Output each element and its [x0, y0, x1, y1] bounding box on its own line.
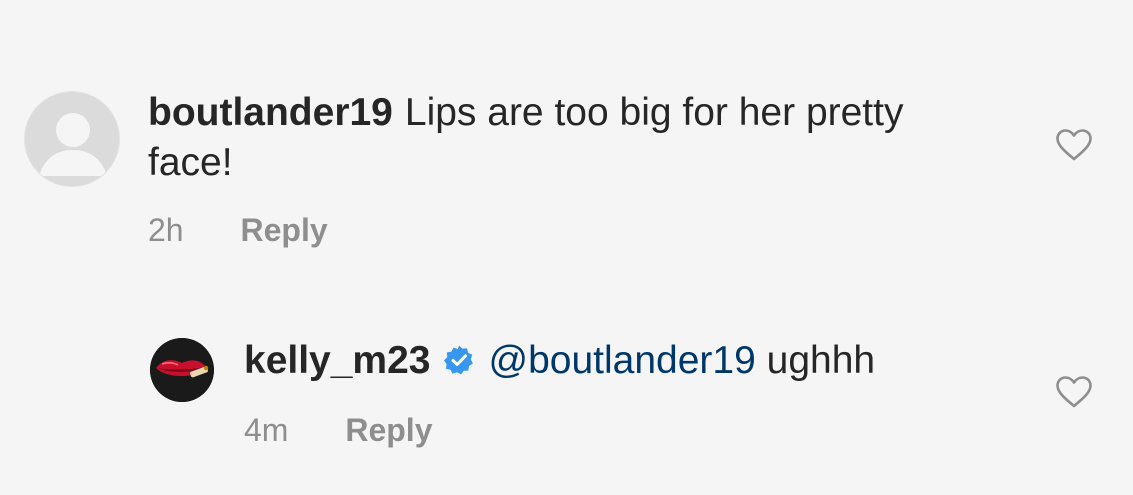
- reply-meta: 4m Reply: [244, 410, 432, 450]
- reply-text: kelly_m23 @boutlander19 ughhh: [244, 336, 875, 386]
- reply-body: ughhh: [766, 339, 876, 382]
- mention-link[interactable]: @boutlander19: [489, 339, 756, 382]
- avatar[interactable]: [150, 338, 214, 402]
- reply-button[interactable]: Reply: [345, 412, 432, 448]
- reply-comment-item: kelly_m23 @boutlander19 ughhh 4m Reply: [0, 0, 1133, 495]
- heart-outline-icon[interactable]: [1055, 375, 1093, 409]
- reply-timestamp[interactable]: 4m: [244, 412, 288, 448]
- reply-username[interactable]: kelly_m23: [244, 339, 431, 382]
- verified-badge-icon: [443, 345, 473, 375]
- lips-cigarette-avatar: [150, 338, 214, 402]
